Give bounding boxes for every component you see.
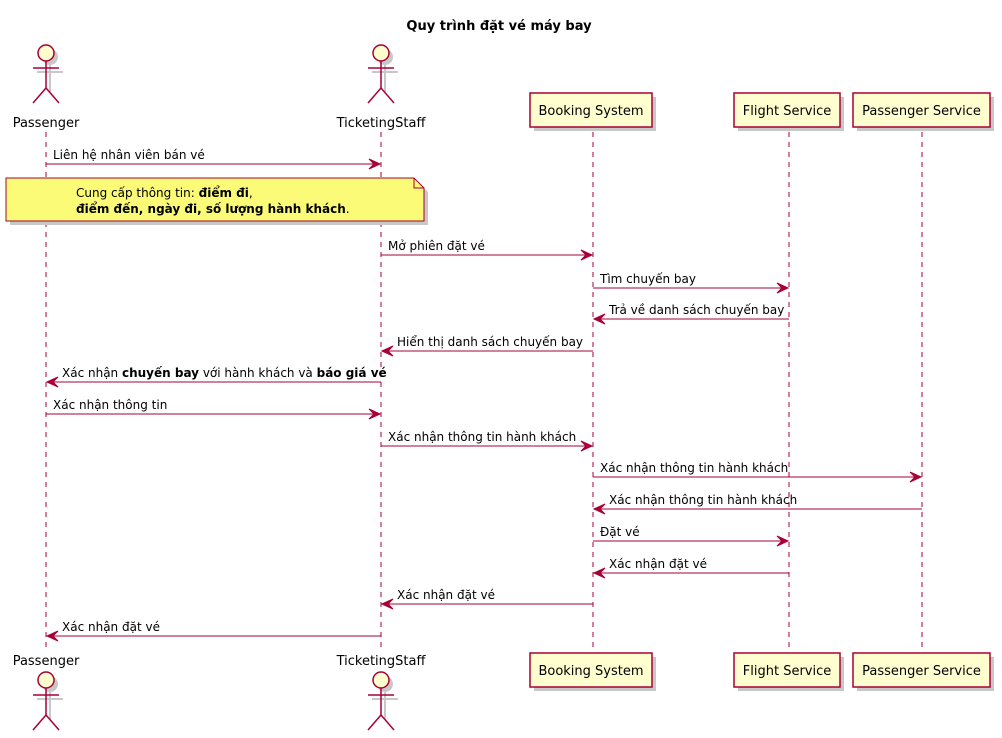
message-label: Hiển thị danh sách chuyến bay <box>397 335 583 349</box>
message: Mở phiên đặt vé <box>381 239 594 261</box>
message-label: Trả về danh sách chuyến bay <box>608 303 784 317</box>
participant-booking: Booking System <box>529 652 656 691</box>
actor-staff: TicketingStaff <box>336 654 427 731</box>
message: Xác nhận thông tin hành khách <box>592 493 922 515</box>
message-label: Tìm chuyến bay <box>599 272 696 286</box>
message: Xác nhận đặt vé <box>45 620 381 642</box>
actor-icon <box>367 44 398 104</box>
message-label: Xác nhận đặt vé <box>397 588 495 602</box>
message: Hiển thị danh sách chuyến bay <box>380 335 593 357</box>
message: Liên hệ nhân viên bán vé <box>46 148 382 170</box>
actor-icon <box>32 671 63 731</box>
message-label: Xác nhận thông tin hành khách <box>388 430 576 444</box>
participant-passvc: Passenger Service <box>852 92 994 131</box>
actor-passenger: Passenger <box>13 44 80 131</box>
message-label: Xác nhận đặt vé <box>62 620 160 634</box>
message: Xác nhận đặt vé <box>592 557 789 579</box>
message-label: Xác nhận thông tin hành khách <box>600 461 788 475</box>
message-label: Mở phiên đặt vé <box>388 239 485 253</box>
message: Trả về danh sách chuyến bay <box>592 303 789 325</box>
note-line: điểm đến, ngày đi, số lượng hành khách. <box>76 201 350 216</box>
message-label: Liên hệ nhân viên bán vé <box>53 148 205 162</box>
actor-passenger: Passenger <box>13 654 80 731</box>
note-line: Cung cấp thông tin: điểm đi, <box>76 185 253 200</box>
participant-label: Passenger Service <box>862 104 981 119</box>
actor-label: TicketingStaff <box>336 654 427 669</box>
message-label: Xác nhận đặt vé <box>609 557 707 571</box>
participant-label: Booking System <box>538 104 643 119</box>
message: Tìm chuyến bay <box>593 272 790 294</box>
message: Xác nhận chuyến bay với hành khách và bá… <box>45 366 387 388</box>
sequence-diagram: Quy trình đặt vé máy bay Passenger Ticket… <box>5 19 994 731</box>
diagram-title: Quy trình đặt vé máy bay <box>406 19 592 34</box>
message: Xác nhận thông tin hành khách <box>593 461 923 483</box>
actor-label: TicketingStaff <box>336 116 427 131</box>
message-label: Xác nhận thông tin hành khách <box>609 493 797 507</box>
participant-label: Booking System <box>538 664 643 679</box>
participant-booking: Booking System <box>529 92 656 131</box>
participant-flight: Flight Service <box>733 92 844 131</box>
message: Xác nhận thông tin hành khách <box>381 430 594 452</box>
participant-flight: Flight Service <box>733 652 844 691</box>
participant-label: Passenger Service <box>862 664 981 679</box>
note: Cung cấp thông tin: điểm đi,điểm đến, ng… <box>5 177 428 225</box>
participant-label: Flight Service <box>743 104 831 119</box>
message: Xác nhận thông tin <box>46 398 382 420</box>
message-label: Xác nhận chuyến bay với hành khách và bá… <box>62 366 387 380</box>
actor-icon <box>367 671 398 731</box>
actor-label: Passenger <box>13 116 80 131</box>
participant-label: Flight Service <box>743 664 831 679</box>
actor-icon <box>32 44 63 104</box>
participant-heads: Passenger TicketingStaff Booking System Fli… <box>13 44 994 131</box>
actor-label: Passenger <box>13 654 80 669</box>
participant-passvc: Passenger Service <box>852 652 994 691</box>
participant-feet: Passenger TicketingStaff Booking System Fli… <box>13 652 994 731</box>
actor-staff: TicketingStaff <box>336 44 427 131</box>
message: Đặt vé <box>593 525 790 547</box>
message-label: Đặt vé <box>600 525 640 539</box>
message-label: Xác nhận thông tin <box>53 398 167 412</box>
message: Xác nhận đặt vé <box>380 588 593 610</box>
